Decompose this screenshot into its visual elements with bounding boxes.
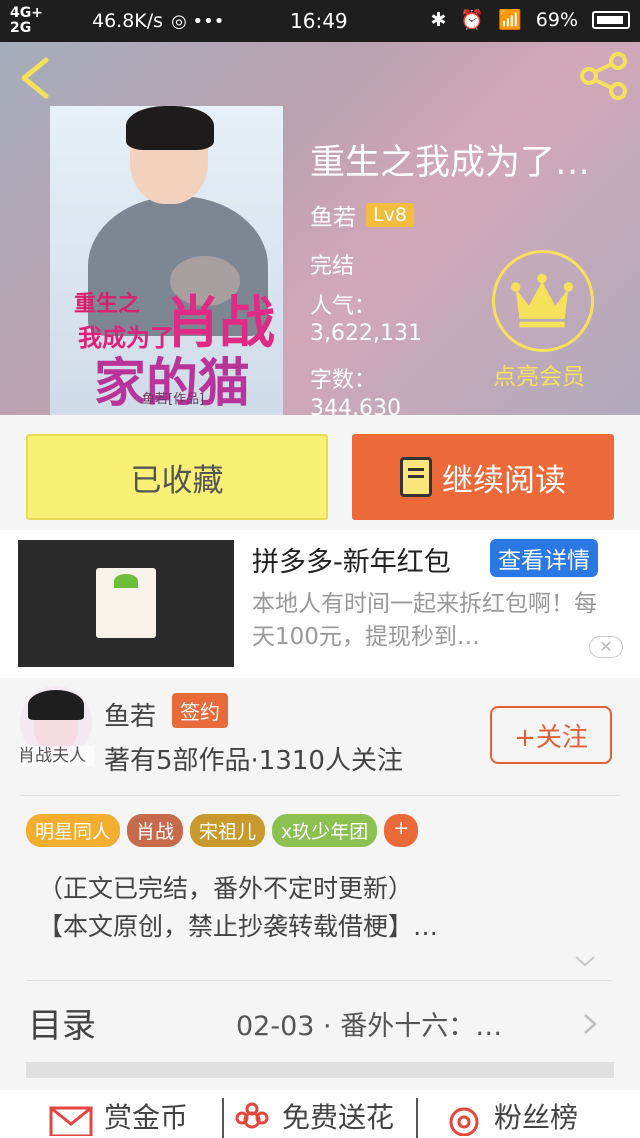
status-bar: 4G+ 2G 46.8K/s ◎ ••• 16:49 ✱ ⏰ 📶 69% — [0, 0, 640, 42]
ad-image-card — [96, 568, 156, 638]
target-icon — [449, 1107, 479, 1136]
tag-item[interactable]: 肖战 — [127, 814, 184, 847]
reward-label: 赏金币 — [104, 1101, 189, 1134]
avatar-hair — [28, 690, 84, 720]
book-icon — [400, 457, 432, 497]
fan-ranking-label: 粉丝榜 — [494, 1101, 579, 1134]
alarm-icon: ⏰ — [460, 9, 485, 31]
separator — [222, 1098, 224, 1138]
cover-author: 鱼若[作品] — [142, 392, 205, 407]
ad-description: 本地人有时间一起来拆红包啊！每天100元，提现秒到… — [252, 591, 597, 650]
network-type-2: 2G — [10, 20, 32, 36]
chevron-right-icon[interactable] — [582, 1012, 598, 1036]
author-name[interactable]: 鱼若 — [104, 696, 156, 733]
battery-icon — [592, 10, 630, 29]
separator — [416, 1098, 418, 1138]
vip-label[interactable]: 点亮会员 — [493, 357, 585, 391]
ad-close-button[interactable]: ✕ — [589, 636, 623, 658]
send-flower-label: 免费送花 — [282, 1101, 395, 1134]
ad-title[interactable]: 拼多多-新年红包 — [252, 540, 451, 579]
intro-line-1: （正文已完结，番外不定时更新） — [38, 874, 414, 903]
ad-image[interactable] — [18, 540, 234, 667]
divider — [26, 980, 612, 981]
word-count-label: 字数： — [310, 368, 377, 393]
tag-add-button[interactable]: + — [384, 814, 419, 847]
word-count-value: 344,630 — [310, 396, 401, 415]
favorited-button[interactable]: 已收藏 — [26, 434, 328, 520]
follow-button[interactable]: +关注 — [490, 706, 612, 764]
popularity-value: 3,622,131 — [310, 321, 422, 346]
signed-badge: 签约 — [172, 693, 228, 728]
cover-title-1: 重生之 — [74, 291, 141, 317]
tag-item[interactable]: x玖少年团 — [272, 814, 378, 847]
book-intro[interactable]: （正文已完结，番外不定时更新） 【本文原创，禁止抄袭转载借梗】… — [38, 870, 438, 946]
back-arrow-icon[interactable] — [16, 56, 56, 100]
network-indicator: 4G+ 2G — [10, 6, 84, 36]
tag-item[interactable]: 宋祖儿 — [190, 814, 266, 847]
book-title: 重生之我成为了… — [310, 143, 591, 183]
app-notification-icon: ◎ ••• — [171, 10, 225, 32]
wifi-icon: 📶 — [498, 9, 522, 31]
bottom-action-bar: 赏金币 免费送花 粉丝榜 — [0, 1090, 640, 1138]
chevron-down-icon[interactable] — [574, 950, 596, 972]
ad-banner[interactable]: 拼多多-新年红包 查看详情 本地人有时间一起来拆红包啊！每天100元，提现秒到…… — [0, 530, 640, 678]
network-speed: 46.8K/s — [92, 10, 164, 32]
book-author-line: 鱼若 Lv8 — [310, 198, 414, 232]
reward-button[interactable]: 赏金币 — [48, 1096, 188, 1136]
tag-item[interactable]: 明星同人 — [26, 814, 121, 847]
cover-hair — [126, 106, 214, 150]
flower-icon — [235, 1102, 269, 1129]
toc-latest-chapter[interactable]: 02-03 · 番外十六：… — [236, 1004, 502, 1043]
author-section: 肖战夫人 鱼若 签约 著有5部作品·1310人关注 +关注 — [0, 678, 640, 796]
tag-list: 明星同人 肖战 宋祖儿 x玖少年团 + — [26, 814, 419, 847]
author-info: 著有5部作品·1310人关注 — [104, 746, 403, 776]
envelope-icon — [49, 1106, 93, 1136]
network-type: 4G+ — [10, 5, 43, 21]
section-spacer — [26, 1062, 614, 1078]
fan-ranking-button[interactable]: 粉丝榜 — [444, 1096, 578, 1136]
intro-line-2: 【本文原创，禁止抄袭转载借梗】… — [38, 912, 439, 941]
book-cover[interactable]: 重生之 我成为了 肖战 家的猫 鱼若[作品] — [50, 106, 283, 415]
continue-reading-label: 继续阅读 — [442, 462, 566, 499]
ad-details-button[interactable]: 查看详情 — [490, 539, 598, 577]
clock: 16:49 — [290, 9, 348, 33]
battery-percent: 69% — [535, 8, 578, 31]
divider — [20, 795, 620, 796]
book-author[interactable]: 鱼若 — [310, 198, 356, 232]
toc-title[interactable]: 目录 — [28, 998, 96, 1047]
crown-icon — [511, 273, 574, 328]
send-flower-button[interactable]: 免费送花 — [232, 1096, 394, 1136]
popularity-label: 人气： — [310, 294, 377, 319]
book-status: 完结 — [310, 254, 355, 279]
vip-button[interactable] — [492, 250, 594, 352]
bluetooth-icon: ✱ — [430, 8, 447, 31]
continue-reading-button[interactable]: 继续阅读 — [352, 434, 614, 520]
level-badge: Lv8 — [366, 203, 414, 227]
share-icon[interactable] — [578, 52, 630, 100]
avatar-caption: 肖战夫人 — [18, 746, 94, 766]
